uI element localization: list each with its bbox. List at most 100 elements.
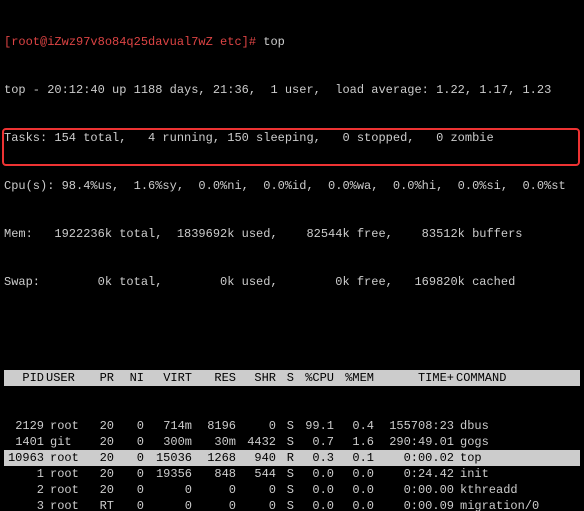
table-row: 3rootRT0000S0.00.00:00.09migration/0 bbox=[4, 498, 580, 511]
cell-pid: 1401 bbox=[4, 434, 46, 450]
cell-res: 30m bbox=[194, 434, 238, 450]
cell-cpu: 0.0 bbox=[296, 466, 336, 482]
summary-line-2: Tasks: 154 total, 4 running, 150 sleepin… bbox=[4, 130, 580, 146]
cell-ni: 0 bbox=[116, 482, 146, 498]
cell-ni: 0 bbox=[116, 450, 146, 466]
col-shr: SHR bbox=[238, 370, 278, 386]
cell-cpu: 0.3 bbox=[296, 450, 336, 466]
table-row: 1root20019356848544S0.00.00:24.42init bbox=[4, 466, 580, 482]
cell-user: root bbox=[46, 498, 90, 511]
cell-pr: 20 bbox=[90, 450, 116, 466]
cell-cpu: 0.0 bbox=[296, 482, 336, 498]
col-ni: NI bbox=[116, 370, 146, 386]
col-res: RES bbox=[194, 370, 238, 386]
cell-ni: 0 bbox=[116, 498, 146, 511]
cell-res: 1268 bbox=[194, 450, 238, 466]
terminal[interactable]: [root@iZwz97v8o84q25davual7wZ etc]# top … bbox=[0, 0, 584, 511]
cell-user: root bbox=[46, 466, 90, 482]
cell-virt: 19356 bbox=[146, 466, 194, 482]
cell-user: root bbox=[46, 482, 90, 498]
cell-mem: 0.4 bbox=[336, 418, 376, 434]
cell-user: root bbox=[46, 450, 90, 466]
prompt-close: ]# bbox=[242, 35, 264, 49]
cell-ni: 0 bbox=[116, 418, 146, 434]
cell-pid: 1 bbox=[4, 466, 46, 482]
cell-mem: 0.0 bbox=[336, 498, 376, 511]
cell-time: 0:00.09 bbox=[376, 498, 456, 511]
cell-virt: 0 bbox=[146, 498, 194, 511]
cell-s: R bbox=[278, 450, 296, 466]
cell-command: dbus bbox=[456, 418, 580, 434]
col-user: USER bbox=[46, 370, 90, 386]
process-list: 2129root200714m81960S99.10.4155708:23dbu… bbox=[4, 418, 580, 511]
table-header: PID USER PR NI VIRT RES SHR S %CPU %MEM … bbox=[4, 370, 580, 386]
cell-ni: 0 bbox=[116, 434, 146, 450]
prompt-line: [root@iZwz97v8o84q25davual7wZ etc]# top bbox=[4, 34, 580, 50]
cell-time: 0:00.02 bbox=[376, 450, 456, 466]
cell-time: 290:49.01 bbox=[376, 434, 456, 450]
summary-line-5: Swap: 0k total, 0k used, 0k free, 169820… bbox=[4, 274, 580, 290]
cell-mem: 0.0 bbox=[336, 482, 376, 498]
cell-virt: 0 bbox=[146, 482, 194, 498]
table-row: 2129root200714m81960S99.10.4155708:23dbu… bbox=[4, 418, 580, 434]
command-input[interactable]: top bbox=[263, 35, 285, 49]
cell-virt: 300m bbox=[146, 434, 194, 450]
col-virt: VIRT bbox=[146, 370, 194, 386]
cell-time: 0:00.00 bbox=[376, 482, 456, 498]
cell-cpu: 0.0 bbox=[296, 498, 336, 511]
cell-shr: 0 bbox=[238, 482, 278, 498]
cell-command: kthreadd bbox=[456, 482, 580, 498]
cell-pid: 10963 bbox=[4, 450, 46, 466]
cell-user: root bbox=[46, 418, 90, 434]
cell-s: S bbox=[278, 482, 296, 498]
col-s: S bbox=[278, 370, 296, 386]
cell-virt: 714m bbox=[146, 418, 194, 434]
cell-command: migration/0 bbox=[456, 498, 580, 511]
cell-virt: 15036 bbox=[146, 450, 194, 466]
cell-s: S bbox=[278, 434, 296, 450]
blank-line bbox=[4, 322, 580, 338]
summary-line-4: Mem: 1922236k total, 1839692k used, 8254… bbox=[4, 226, 580, 242]
table-row: 2root200000S0.00.00:00.00kthreadd bbox=[4, 482, 580, 498]
col-pid: PID bbox=[4, 370, 46, 386]
cell-res: 8196 bbox=[194, 418, 238, 434]
cell-time: 155708:23 bbox=[376, 418, 456, 434]
cell-pr: 20 bbox=[90, 482, 116, 498]
col-command: COMMAND bbox=[456, 370, 580, 386]
cell-res: 0 bbox=[194, 482, 238, 498]
cell-command: gogs bbox=[456, 434, 580, 450]
col-pr: PR bbox=[90, 370, 116, 386]
col-time: TIME+ bbox=[376, 370, 456, 386]
cell-shr: 940 bbox=[238, 450, 278, 466]
cell-s: S bbox=[278, 466, 296, 482]
cell-ni: 0 bbox=[116, 466, 146, 482]
col-mem: %MEM bbox=[336, 370, 376, 386]
col-cpu: %CPU bbox=[296, 370, 336, 386]
prompt-body: root@iZwz97v8o84q25davual7wZ etc bbox=[11, 35, 241, 49]
cell-shr: 0 bbox=[238, 418, 278, 434]
cell-cpu: 99.1 bbox=[296, 418, 336, 434]
cell-pr: 20 bbox=[90, 434, 116, 450]
cell-shr: 0 bbox=[238, 498, 278, 511]
cell-shr: 544 bbox=[238, 466, 278, 482]
cell-mem: 0.1 bbox=[336, 450, 376, 466]
cell-mem: 0.0 bbox=[336, 466, 376, 482]
table-row: 10963root200150361268940R0.30.10:00.02to… bbox=[4, 450, 580, 466]
cell-res: 0 bbox=[194, 498, 238, 511]
summary-line-1: top - 20:12:40 up 1188 days, 21:36, 1 us… bbox=[4, 82, 580, 98]
cell-pr: 20 bbox=[90, 418, 116, 434]
cell-cpu: 0.7 bbox=[296, 434, 336, 450]
cell-pid: 2 bbox=[4, 482, 46, 498]
cell-res: 848 bbox=[194, 466, 238, 482]
cell-mem: 1.6 bbox=[336, 434, 376, 450]
cell-s: S bbox=[278, 418, 296, 434]
cell-pid: 2129 bbox=[4, 418, 46, 434]
cell-command: init bbox=[456, 466, 580, 482]
cell-user: git bbox=[46, 434, 90, 450]
cell-pr: 20 bbox=[90, 466, 116, 482]
table-row: 1401git200300m30m4432S0.71.6290:49.01gog… bbox=[4, 434, 580, 450]
cell-pid: 3 bbox=[4, 498, 46, 511]
cell-time: 0:24.42 bbox=[376, 466, 456, 482]
cell-pr: RT bbox=[90, 498, 116, 511]
cell-s: S bbox=[278, 498, 296, 511]
